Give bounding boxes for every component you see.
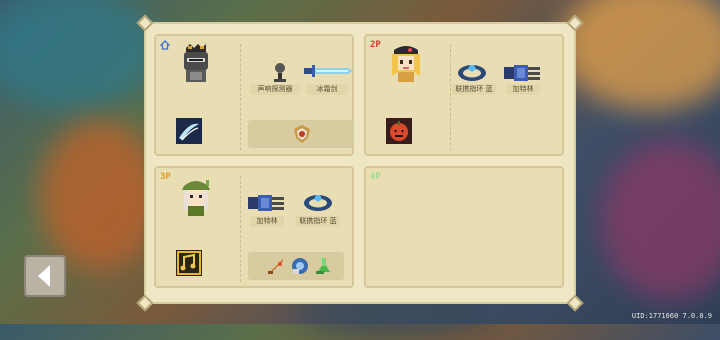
weapon-label: 冰霜剑 xyxy=(306,84,348,95)
back-button[interactable] xyxy=(24,255,66,297)
blue-ring-icon xyxy=(302,192,334,214)
ice-slash-skill-icon xyxy=(176,118,202,144)
gatling-gun-icon xyxy=(246,192,286,214)
shield-gear-buff-icon xyxy=(290,256,310,276)
green-arrow-buff-icon xyxy=(314,256,334,276)
frost-sword-icon xyxy=(304,64,354,78)
player-card-3[interactable]: 3P 加特林 联携指环 蓝 xyxy=(154,166,354,288)
player-card-4-empty[interactable]: 4P xyxy=(364,166,564,288)
blonde-girl-avatar xyxy=(386,42,426,86)
player-badge: 3P xyxy=(160,172,171,182)
weapon-label: 声响探测器 xyxy=(250,84,300,95)
corner-ornament xyxy=(566,294,584,312)
weapon-label: 加特林 xyxy=(506,84,540,95)
back-arrow-icon xyxy=(38,265,50,287)
uid-version-text: UID:1771660 7.0.0.9 xyxy=(631,312,712,320)
home-icon xyxy=(159,40,171,53)
sword-buff-icon xyxy=(266,256,286,276)
buff-tray xyxy=(248,252,344,280)
weapon-label: 联携指环 蓝 xyxy=(296,216,340,227)
player-badge: 4P xyxy=(370,172,381,182)
knight-avatar xyxy=(176,42,216,86)
corner-ornament xyxy=(136,294,154,312)
player-card-2[interactable]: 2P 联携指环 蓝 加特林 xyxy=(364,34,564,156)
buff-tray xyxy=(248,120,354,148)
elf-avatar xyxy=(176,176,216,220)
blue-ring-icon xyxy=(456,62,488,84)
gatling-gun-icon xyxy=(502,62,542,84)
weapon-label: 加特林 xyxy=(250,216,284,227)
player-card-1[interactable]: 声响探测器 冰霜剑 xyxy=(154,34,354,156)
party-panel: 声响探测器 冰霜剑 2P 联携指环 蓝 加特林 3P 加特林 联携指环 蓝 4P xyxy=(136,14,584,312)
divider xyxy=(240,176,241,282)
sound-detector-icon xyxy=(270,62,290,84)
weapon-label: 联携指环 蓝 xyxy=(452,84,496,95)
music-skill-icon xyxy=(176,250,202,276)
divider xyxy=(240,44,241,150)
player-badge: 2P xyxy=(370,40,381,50)
divider xyxy=(450,44,451,150)
shield-buff-icon xyxy=(292,124,312,144)
pumpkin-skill-icon xyxy=(386,118,412,144)
